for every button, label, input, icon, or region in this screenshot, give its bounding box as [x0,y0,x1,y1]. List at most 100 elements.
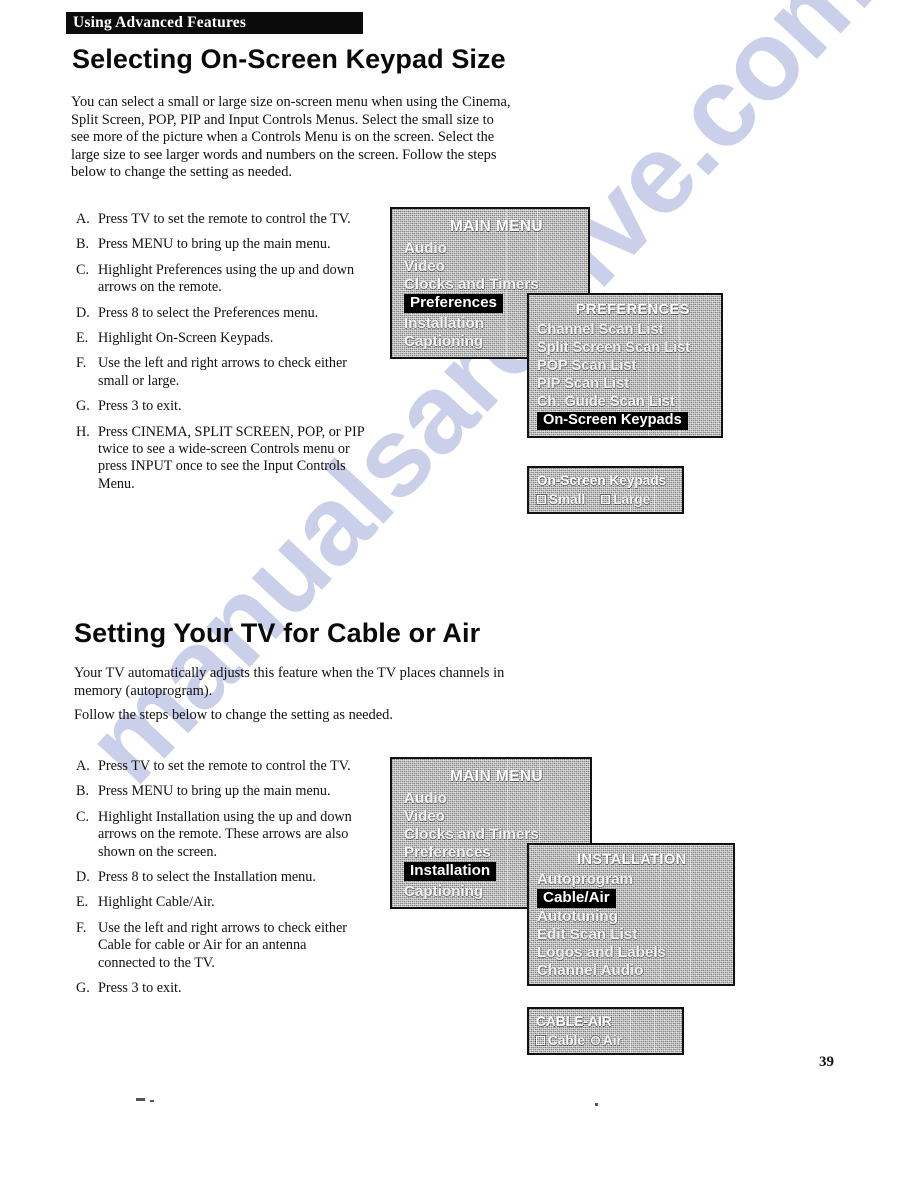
step-letter: F. [76,919,87,936]
step-letter: D. [76,304,90,321]
tv-menu-item-preferences[interactable]: Preferences [404,294,503,313]
step-letter: C. [76,261,90,278]
step-letter: F. [76,355,87,372]
option-small[interactable]: Small [537,492,585,507]
tv-menu-list: Autoprogram Cable/Air Autotuning Edit Sc… [537,871,666,980]
scan-artifact [136,1098,145,1101]
tv-menu-item-edit-scan-list[interactable]: Edit Scan List [537,926,637,943]
tv-menu-item-cable-air[interactable]: Cable/Air [537,889,616,908]
step-text: Press 8 to select the Installation menu. [98,869,316,886]
option-cable[interactable]: Cable [536,1033,585,1048]
step-letter: B. [76,236,90,253]
tv-menu-item-logos-and-labels[interactable]: Logos and Labels [537,944,666,961]
tv-menu-item-installation[interactable]: Installation [404,315,484,332]
step-text: Press TV to set the remote to control th… [98,758,351,774]
step-letter: G. [76,980,90,997]
tv-menu-item-video[interactable]: Video [404,258,445,275]
page-title-keypad-size: Selecting On-Screen Keypad Size [72,44,506,74]
radio-icon[interactable] [591,1036,601,1045]
tv-dialog-title: On-Screen Keypads [537,473,667,488]
tv-menu-item-clocks-and-timers[interactable]: Clocks and Timers [404,276,539,293]
step-text: Press 3 to exit. [98,980,182,997]
page-title-cable-or-air: Setting Your TV for Cable or Air [74,618,481,648]
tv-dialog-options: Small Large [537,492,650,507]
checkbox-icon[interactable] [536,1036,545,1045]
step-item: B. Press MENU to bring up the main menu. [76,236,376,253]
tv-menu-list: Audio Video Clocks and Timers Preference… [404,240,539,351]
tv-menu-title: MAIN MENU [450,768,544,785]
tv-menu-item-autoprogram[interactable]: Autoprogram [537,871,633,888]
step-item: H. Press CINEMA, SPLIT SCREEN, POP, or P… [76,424,376,494]
tv-menu-item-preferences[interactable]: Preferences [404,844,491,861]
steps-list-keypad-size: A. Press TV to set the remote to control… [76,211,376,501]
tv-menu-item-ch-guide-scan-list[interactable]: Ch. Guide Scan List [537,394,675,410]
intro-paragraph-keypad-size: You can select a small or large size on-… [71,94,511,181]
step-text: Press TV to set the remote to control th… [98,211,351,227]
tv-menu-item-split-screen-scan-list[interactable]: Split Screen Scan List [537,340,690,356]
tv-menu-title: PREFERENCES [576,302,690,318]
option-label: Air [603,1033,622,1048]
tv-dialog-title: CABLE-AIR [536,1014,612,1029]
running-head: Using Advanced Features [66,12,363,34]
step-item: A. Press TV to set the remote to control… [76,211,376,228]
step-letter: C. [76,808,90,825]
step-letter: G. [76,398,90,415]
checkbox-icon[interactable] [601,495,611,504]
step-item: A. Press TV to set the remote to control… [76,758,366,775]
step-letter: A. [76,211,90,227]
step-text: Use the left and right arrows to check e… [98,355,347,389]
scan-artifact [150,1100,154,1102]
step-item: D. Press 8 to select the Installation me… [76,869,366,886]
tv-menu-item-autotuning[interactable]: Autotuning [537,908,618,925]
step-letter: D. [76,869,90,886]
tv-menu-list: Audio Video Clocks and Timers Preference… [404,790,539,901]
tv-menu-item-installation[interactable]: Installation [404,862,497,881]
tv-menu-item-audio[interactable]: Audio [404,790,447,807]
step-item: G. Press 3 to exit. [76,398,376,415]
tv-menu-item-on-screen-keypads[interactable]: On-Screen Keypads [537,412,688,430]
tv-menu-item-audio[interactable]: Audio [404,240,447,257]
step-text: Press MENU to bring up the main menu. [98,783,331,800]
step-letter: A. [76,758,90,774]
step-item: F. Use the left and right arrows to chec… [76,920,366,972]
step-letter: E. [76,330,89,347]
tv-menu-item-pop-scan-list[interactable]: POP Scan List [537,358,637,374]
step-text: Press 8 to select the Preferences menu. [98,304,319,321]
step-text: Highlight Cable/Air. [98,894,215,911]
tv-menu-item-captioning[interactable]: Captioning [404,883,483,900]
step-letter: E. [76,894,89,911]
step-item: F. Use the left and right arrows to chec… [76,355,376,390]
step-item: E. Highlight Cable/Air. [76,894,366,911]
tv-menu-list: Channel Scan List Split Screen Scan List… [537,321,690,431]
step-text: Highlight On-Screen Keypads. [98,330,274,347]
intro-paragraph-cable-air-b: Follow the steps below to change the set… [74,707,393,723]
option-label: Large [613,492,651,507]
tv-menu-item-channel-audio[interactable]: Channel Audio [537,962,644,979]
option-air[interactable]: Air [591,1033,622,1048]
step-item: B. Press MENU to bring up the main menu. [76,783,366,800]
checkbox-icon[interactable] [537,495,546,504]
tv-menu-item-video[interactable]: Video [404,808,445,825]
tv-dialog-on-screen-keypads: On-Screen Keypads Small Large [527,466,684,514]
tv-menu-title: MAIN MENU [450,218,544,235]
tv-menu-item-pip-scan-list[interactable]: PIP Scan List [537,376,629,392]
step-item: G. Press 3 to exit. [76,980,366,997]
step-text: Press 3 to exit. [98,398,182,415]
step-text: Use the left and right arrows to check e… [98,919,347,971]
step-text: Highlight Installation using the up and … [98,808,352,860]
step-letter: H. [76,423,90,440]
manual-page: manualsarchive.com Using Advanced Featur… [0,0,918,1188]
tv-dialog-cable-air: CABLE-AIR Cable Air [527,1007,684,1055]
tv-menu-title: INSTALLATION [577,852,687,868]
tv-menu-item-clocks-and-timers[interactable]: Clocks and Timers [404,826,539,843]
step-text: Press CINEMA, SPLIT SCREEN, POP, or PIP … [98,423,365,492]
step-item: D. Press 8 to select the Preferences men… [76,305,376,322]
tv-menu-item-captioning[interactable]: Captioning [404,333,483,350]
step-text: Highlight Preferences using the up and d… [98,261,355,296]
step-item: E. Highlight On-Screen Keypads. [76,330,376,347]
option-large[interactable]: Large [601,492,650,507]
tv-menu-item-channel-scan-list[interactable]: Channel Scan List [537,322,664,338]
step-letter: B. [76,783,90,800]
steps-list-cable-air: A. Press TV to set the remote to control… [76,758,366,1005]
intro-paragraph-cable-air-a: Your TV automatically adjusts this featu… [74,665,505,699]
